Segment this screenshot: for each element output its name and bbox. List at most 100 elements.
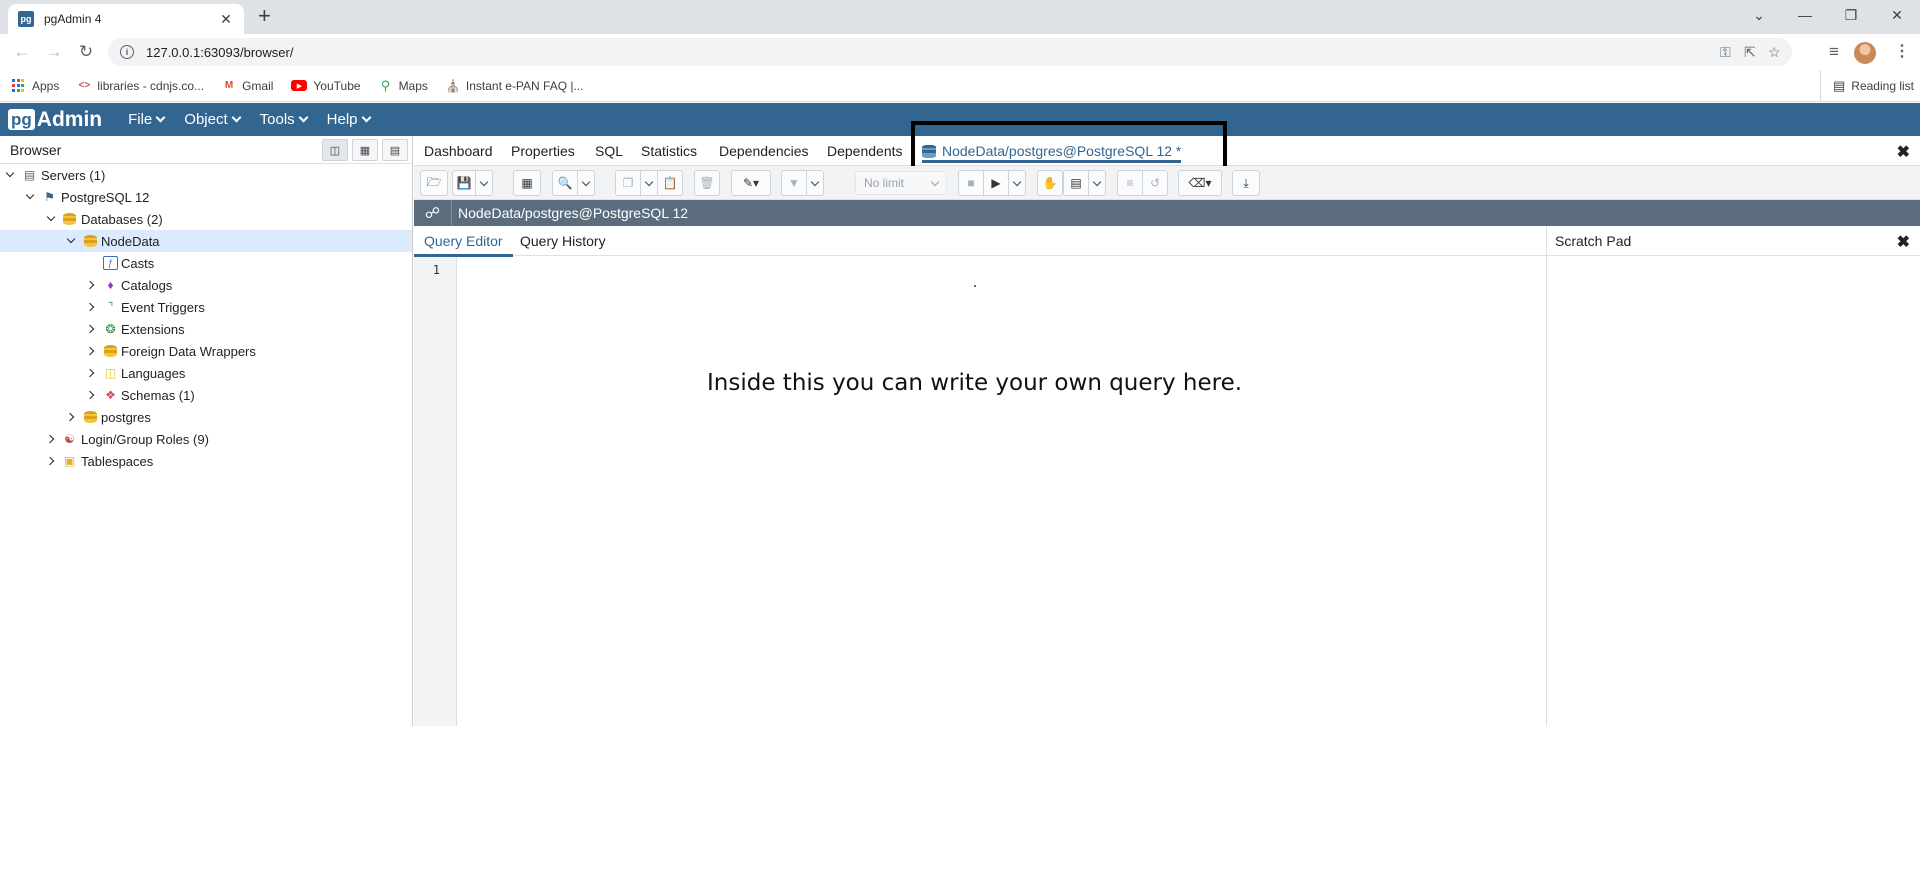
edit-dropdown-icon[interactable]: ✎▾ xyxy=(731,170,771,196)
address-bar[interactable]: i 127.0.0.1:63093/browser/ ⚿ ⇱ ☆ xyxy=(108,38,1792,66)
media-queue-icon[interactable]: ≡ xyxy=(1822,41,1846,63)
menu-help[interactable]: Help xyxy=(327,111,371,128)
open-file-icon[interactable]: 🗁 xyxy=(420,170,448,196)
tree-node-postgresql[interactable]: ⚑ PostgreSQL 12 xyxy=(0,186,412,208)
filter-dropdown-chevron-icon[interactable] xyxy=(806,170,824,196)
tree-node-extensions[interactable]: ❂ Extensions xyxy=(0,318,412,340)
chrome-menu-icon[interactable]: ⋮ xyxy=(1894,41,1910,61)
connection-status-icon[interactable]: ☍ xyxy=(414,200,452,226)
save-dropdown-chevron-icon[interactable] xyxy=(475,170,493,196)
clear-eraser-icon[interactable]: ⌫▾ xyxy=(1178,170,1222,196)
paste-icon[interactable]: 📋 xyxy=(657,170,683,196)
chevron-right-icon[interactable] xyxy=(85,324,95,334)
address-toolbar: ← → ↻ i 127.0.0.1:63093/browser/ ⚿ ⇱ ☆ ≡… xyxy=(0,34,1920,70)
tree-node-schemas[interactable]: ❖ Schemas (1) xyxy=(0,384,412,406)
profile-avatar[interactable] xyxy=(1854,42,1876,64)
chevron-right-icon[interactable] xyxy=(85,302,95,312)
tab-statistics[interactable]: Statistics xyxy=(641,136,697,166)
window-close-button[interactable]: ✕ xyxy=(1874,4,1920,26)
copy-dropdown-chevron-icon[interactable] xyxy=(640,170,658,196)
chevron-right-icon[interactable] xyxy=(45,456,55,466)
tree-node-tablespaces[interactable]: ▣ Tablespaces xyxy=(0,450,412,472)
tab-properties[interactable]: Properties xyxy=(511,136,575,166)
site-info-icon[interactable]: i xyxy=(120,45,134,59)
filter-rows-icon[interactable]: ▤ xyxy=(382,139,408,161)
tab-sql[interactable]: SQL xyxy=(595,136,623,166)
close-scratch-pad-icon[interactable]: ✖ xyxy=(1897,232,1910,252)
tree-node-postgres[interactable]: postgres xyxy=(0,406,412,428)
save-file-icon[interactable]: 💾 xyxy=(452,170,476,196)
tree-node-databases[interactable]: Databases (2) xyxy=(0,208,412,230)
find-icon[interactable]: 🔍 xyxy=(552,170,578,196)
copy-icon[interactable]: ❐ xyxy=(615,170,641,196)
new-tab-button[interactable]: + xyxy=(258,5,271,27)
chevron-down-icon[interactable] xyxy=(66,234,76,244)
cursor-dot xyxy=(974,285,976,287)
bookmark-epan[interactable]: ⛪ Instant e-PAN FAQ |... xyxy=(445,79,583,93)
tree-node-languages[interactable]: ◫ Languages xyxy=(0,362,412,384)
tab-query-history[interactable]: Query History xyxy=(520,226,606,256)
maps-pin-icon: ⚲ xyxy=(380,77,391,93)
explain-analyze-icon[interactable]: ▤ xyxy=(1063,170,1089,196)
tree-node-servers[interactable]: ▤ Servers (1) xyxy=(0,164,412,186)
delete-row-icon[interactable]: 🗑 xyxy=(694,170,720,196)
rollback-icon[interactable]: ↺ xyxy=(1142,170,1168,196)
bookmark-cdnjs[interactable]: <> libraries - cdnjs.co... xyxy=(77,79,205,93)
tab-dependencies[interactable]: Dependencies xyxy=(719,136,809,166)
back-arrow-icon[interactable]: ← xyxy=(10,41,34,63)
menu-file[interactable]: File xyxy=(128,111,166,128)
minimize-button[interactable]: — xyxy=(1782,4,1828,26)
commit-icon[interactable]: ≡ xyxy=(1117,170,1143,196)
execute-dropdown-chevron-icon[interactable] xyxy=(1008,170,1026,196)
execute-play-icon[interactable]: ▶ xyxy=(983,170,1009,196)
chevron-right-icon[interactable] xyxy=(85,368,95,378)
tree-node-casts[interactable]: ƒ Casts xyxy=(0,252,412,274)
chevron-right-icon[interactable] xyxy=(65,412,75,422)
bookmark-star-icon[interactable]: ☆ xyxy=(1768,38,1781,66)
share-icon[interactable]: ⇱ xyxy=(1744,38,1756,66)
tree-node-foreign-data-wrappers[interactable]: Foreign Data Wrappers xyxy=(0,340,412,362)
tree-node-login-group-roles[interactable]: ☯ Login/Group Roles (9) xyxy=(0,428,412,450)
menu-object[interactable]: Object xyxy=(184,111,242,128)
key-icon[interactable]: ⚿ xyxy=(1720,38,1731,66)
reading-list-button[interactable]: ▤ Reading list xyxy=(1820,70,1914,101)
connection-label[interactable]: NodeData/postgres@PostgreSQL 12 xyxy=(458,205,688,221)
bookmark-maps[interactable]: ⚲ Maps xyxy=(379,77,428,93)
chevron-right-icon[interactable] xyxy=(85,280,95,290)
tree-node-event-triggers[interactable]: ⌝ Event Triggers xyxy=(0,296,412,318)
filter-icon[interactable]: ▼ xyxy=(781,170,807,196)
tab-dashboard[interactable]: Dashboard xyxy=(424,136,493,166)
restore-button[interactable]: ❐ xyxy=(1828,4,1874,26)
chevron-right-icon[interactable] xyxy=(85,346,95,356)
scratch-pad-textarea[interactable] xyxy=(1547,257,1920,726)
row-limit-select[interactable]: No limit xyxy=(855,171,947,195)
save-data-icon[interactable]: ▦ xyxy=(513,170,541,196)
download-csv-icon[interactable]: ⤓ xyxy=(1232,170,1260,196)
explain-icon[interactable]: ✋ xyxy=(1037,170,1063,196)
chevron-right-icon[interactable] xyxy=(45,434,55,444)
view-data-icon[interactable]: ▦ xyxy=(352,139,378,161)
chevron-down-icon[interactable] xyxy=(46,212,56,222)
bookmark-apps[interactable]: Apps xyxy=(12,79,59,93)
close-panel-icon[interactable]: ✖ xyxy=(1897,142,1910,162)
tree-node-nodedata[interactable]: NodeData xyxy=(0,230,412,252)
bookmark-youtube[interactable]: ▶ YouTube xyxy=(291,79,361,93)
menu-tools[interactable]: Tools xyxy=(260,111,309,128)
tab-search-button[interactable]: ⌄ xyxy=(1736,4,1782,26)
chevron-right-icon[interactable] xyxy=(85,390,95,400)
query-tool-icon[interactable]: ◫ xyxy=(322,139,348,161)
tab-query-editor[interactable]: Query Editor xyxy=(414,226,513,257)
chevron-down-icon[interactable] xyxy=(5,168,15,178)
explain-dropdown-chevron-icon[interactable] xyxy=(1088,170,1106,196)
tree-node-catalogs[interactable]: ♦ Catalogs xyxy=(0,274,412,296)
forward-arrow-icon[interactable]: → xyxy=(42,41,66,63)
bookmark-gmail[interactable]: M Gmail xyxy=(222,79,274,93)
find-dropdown-chevron-icon[interactable] xyxy=(577,170,595,196)
tab-dependents[interactable]: Dependents xyxy=(827,136,903,166)
stop-icon[interactable]: ■ xyxy=(958,170,984,196)
tab-close-icon[interactable]: ✕ xyxy=(218,11,234,28)
chevron-down-icon[interactable] xyxy=(25,190,35,200)
reload-icon[interactable]: ↻ xyxy=(74,41,98,63)
sql-editor[interactable] xyxy=(458,257,1546,726)
browser-tab-pgadmin[interactable]: pg pgAdmin 4 ✕ xyxy=(8,4,244,34)
